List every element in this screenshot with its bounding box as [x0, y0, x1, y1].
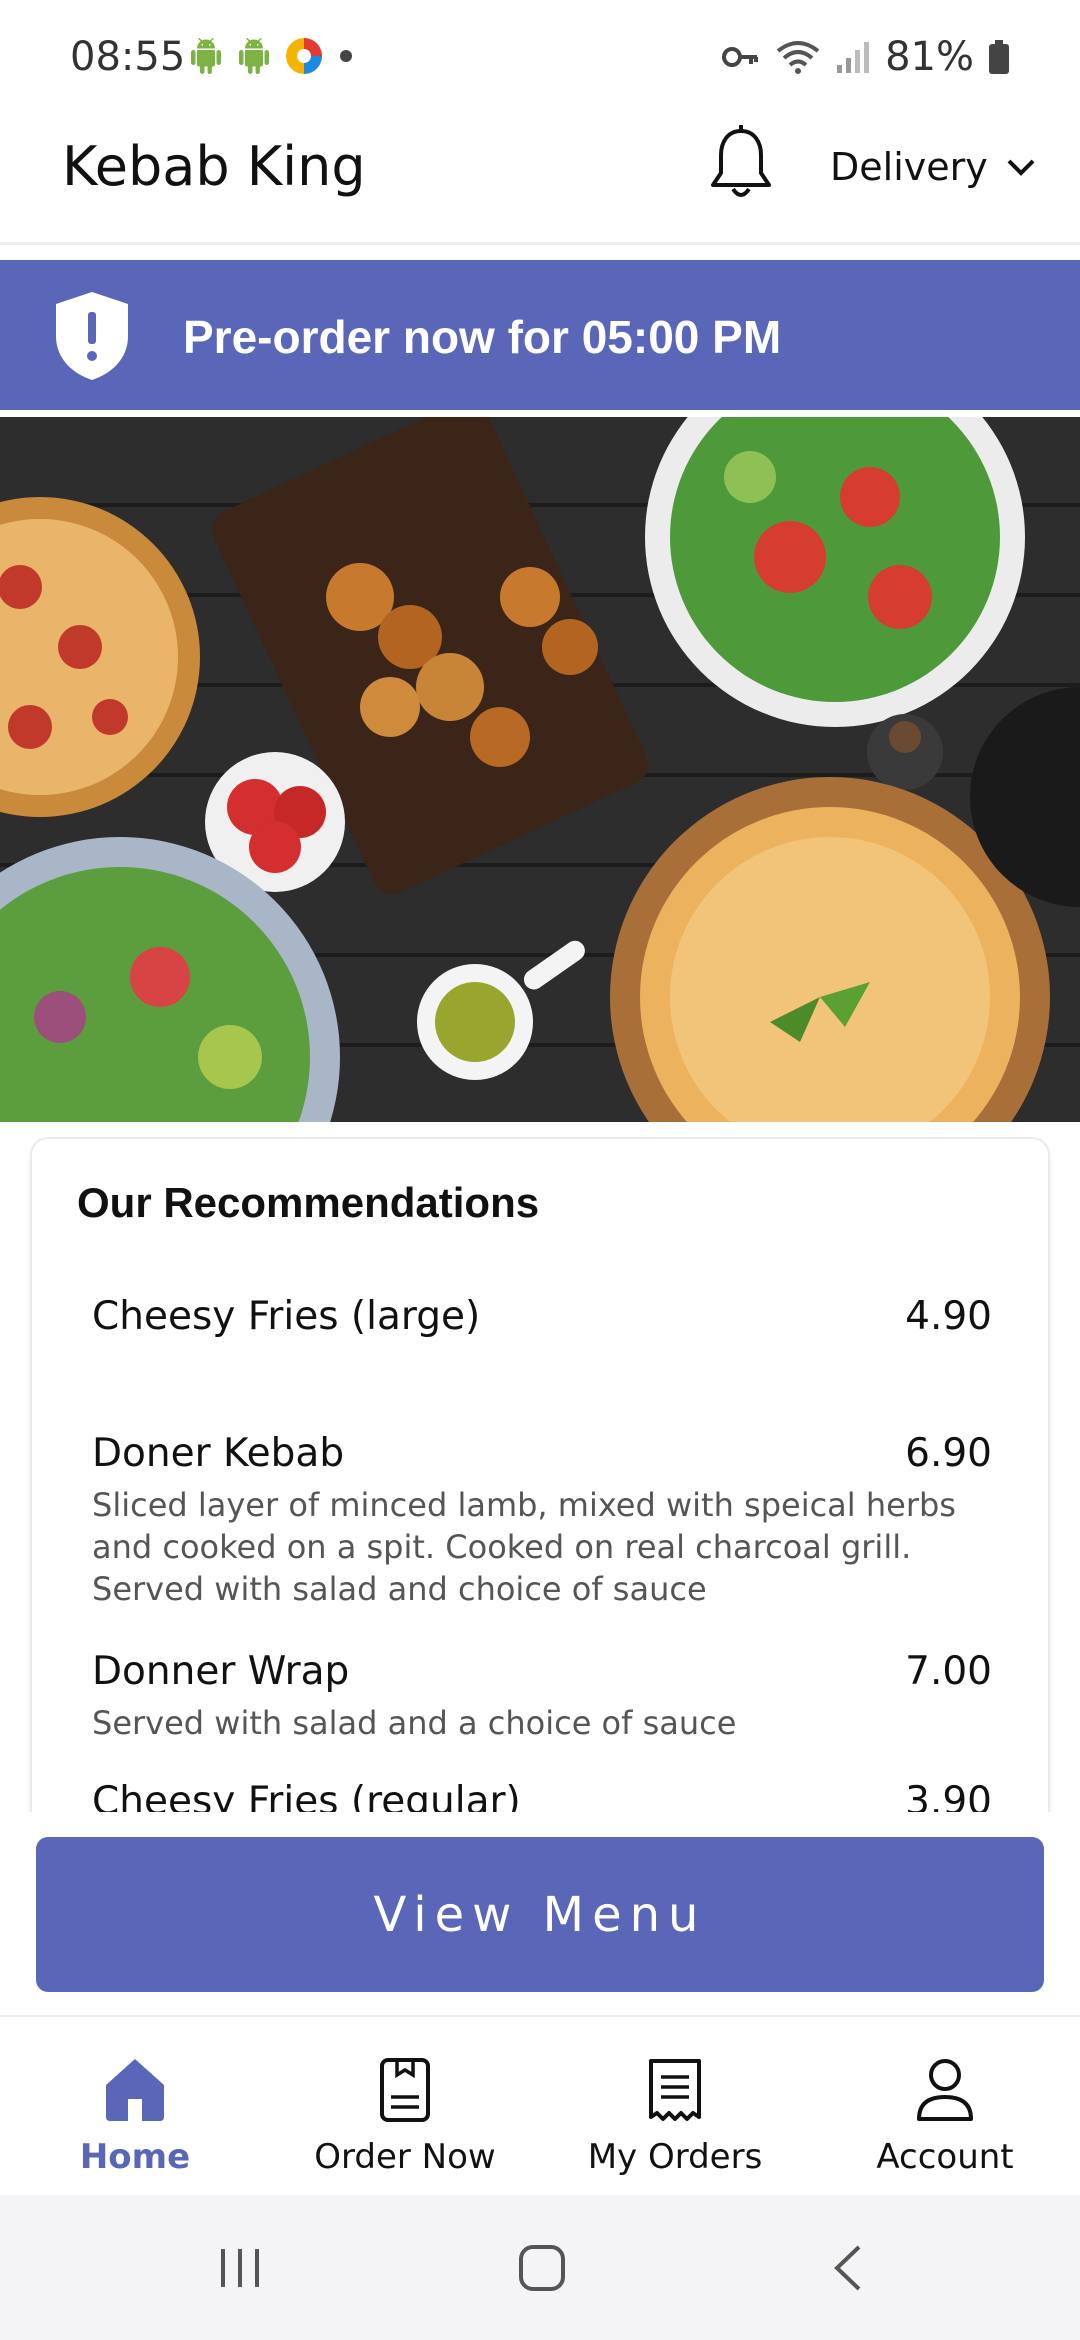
food-illustration — [0, 417, 1080, 1122]
recent-apps-icon[interactable] — [215, 2243, 265, 2293]
dot-icon — [340, 50, 352, 62]
preorder-banner: Pre-order now for 05:00 PM — [0, 260, 1080, 410]
nav-item-order-now[interactable]: Order Now — [270, 2057, 540, 2177]
menu-item-name: Donner Wrap — [92, 1649, 350, 1694]
view-menu-button[interactable]: View Menu — [36, 1837, 1044, 1992]
shield-alert-icon — [56, 292, 128, 380]
menu-item-description: Sliced layer of minced lamb, mixed with … — [92, 1486, 956, 1608]
nav-item-my-orders[interactable]: My Orders — [540, 2057, 810, 2177]
android-icon — [239, 38, 269, 74]
nav-label-home: Home — [79, 2137, 191, 2177]
menu-item-name: Doner Kebab — [92, 1431, 345, 1476]
app-title: Kebab King — [62, 135, 366, 198]
app-header: Kebab King Delivery — [0, 115, 1080, 245]
nav-label-account: Account — [876, 2137, 1014, 2177]
nav-item-home[interactable]: Home — [0, 2057, 270, 2177]
recommendations-section: Our Recommendations Cheesy Fries (large)… — [0, 1122, 1080, 1812]
notification-icons — [188, 36, 356, 76]
chevron-down-icon — [1007, 159, 1035, 176]
home-icon — [106, 2059, 164, 2121]
order-icon — [380, 2058, 430, 2122]
wifi-icon — [776, 41, 820, 74]
app-logo-icon — [286, 38, 322, 74]
preorder-text: Pre-order now for 05:00 PM — [183, 311, 782, 363]
system-nav-bar — [0, 2195, 1080, 2340]
back-icon[interactable] — [825, 2243, 875, 2293]
menu-item[interactable]: Donner Wrap 7.00 Served with salad and a… — [92, 1649, 992, 1744]
menu-item-price: 4.90 — [905, 1294, 992, 1339]
hero-food-image — [0, 417, 1080, 1122]
receipt-icon — [649, 2059, 701, 2121]
delivery-label: Delivery — [830, 145, 988, 189]
android-icon — [191, 38, 221, 74]
bell-icon[interactable] — [705, 125, 777, 205]
battery-icon — [989, 40, 1009, 74]
menu-item-price: 6.90 — [905, 1431, 992, 1476]
account-icon — [917, 2059, 973, 2121]
menu-item[interactable]: Cheesy Fries (large) 4.90 — [92, 1294, 992, 1339]
nav-label-order-now: Order Now — [314, 2137, 496, 2177]
menu-item[interactable]: Doner Kebab 6.90 Sliced layer of minced … — [92, 1431, 992, 1610]
nav-item-account[interactable]: Account — [810, 2057, 1080, 2177]
recommendations-card: Our Recommendations Cheesy Fries (large)… — [30, 1137, 1050, 1812]
signal-icon — [837, 42, 870, 73]
menu-item-description: Served with salad and a choice of sauce — [92, 1704, 737, 1742]
delivery-selector[interactable]: Delivery — [830, 145, 1036, 189]
vpn-key-icon — [722, 47, 759, 67]
menu-item-name: Cheesy Fries (regular) — [92, 1779, 521, 1812]
nav-label-my-orders: My Orders — [587, 2137, 763, 2177]
status-time: 08:55 — [70, 34, 186, 80]
menu-item-name: Cheesy Fries (large) — [92, 1294, 481, 1339]
system-icons: 81% — [721, 34, 1010, 80]
menu-item[interactable]: Cheesy Fries (regular) 3.90 — [92, 1779, 992, 1812]
recommendations-heading: Our Recommendations — [77, 1179, 540, 1226]
battery-percent: 81% — [885, 34, 974, 80]
home-button-icon[interactable] — [517, 2243, 567, 2293]
menu-item-price: 7.00 — [905, 1649, 992, 1694]
status-bar: 08:55 81% — [0, 0, 1080, 115]
bottom-nav: Home Order Now My Orders Account — [0, 2015, 1080, 2195]
menu-item-price: 3.90 — [905, 1779, 992, 1812]
